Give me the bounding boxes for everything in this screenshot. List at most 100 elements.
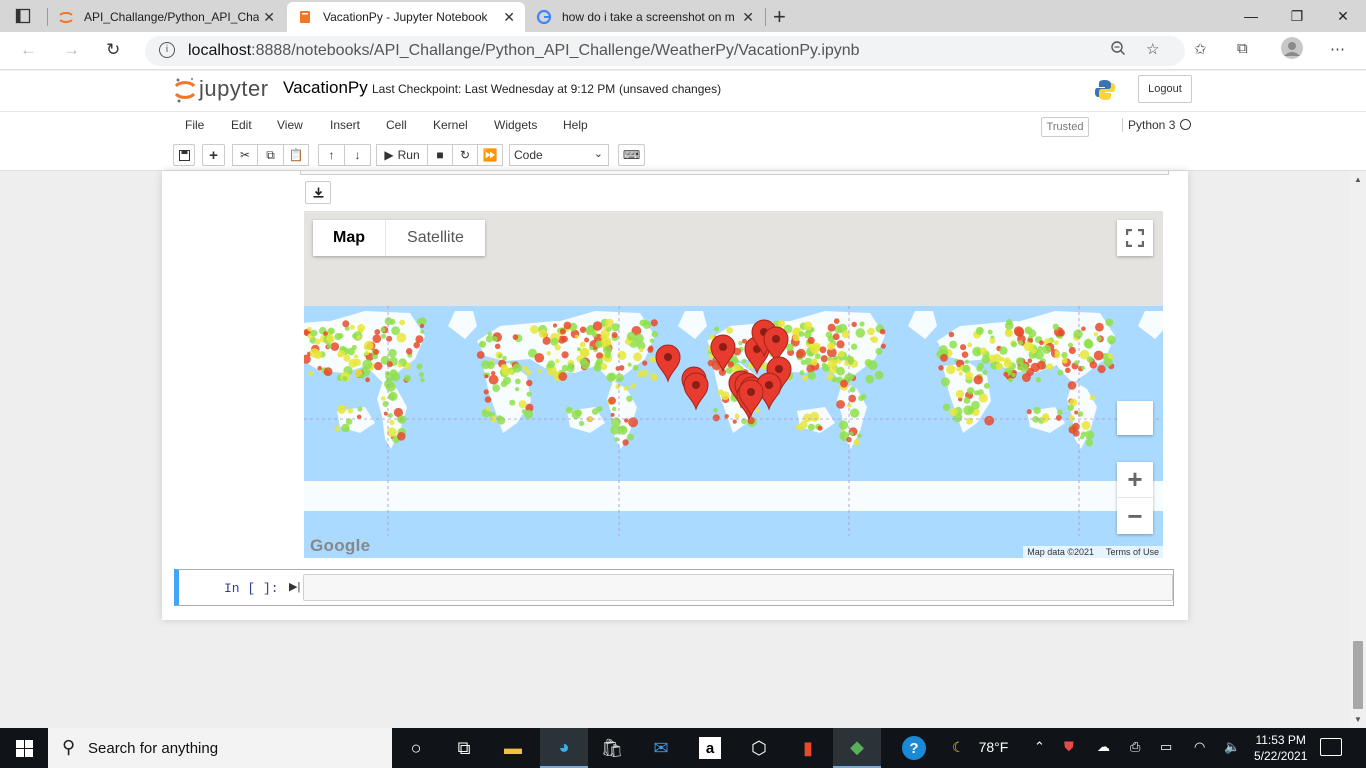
kernel-name[interactable]: Python 3 xyxy=(1122,118,1175,132)
move-down-icon[interactable]: ↓ xyxy=(344,144,371,166)
menu-insert[interactable]: Insert xyxy=(330,118,360,132)
office-icon[interactable]: ▮ xyxy=(784,728,832,768)
trusted-indicator[interactable]: Trusted xyxy=(1041,117,1089,137)
close-tab-icon[interactable]: ✕ xyxy=(263,9,275,26)
info-icon[interactable]: i xyxy=(159,42,175,58)
tab-vacationpy[interactable]: VacationPy - Jupyter Notebook ✕ xyxy=(287,2,525,32)
heatmap-point xyxy=(880,343,887,349)
volume-icon[interactable]: 🔈 xyxy=(1224,739,1240,755)
map-type-map-button[interactable]: Map xyxy=(313,220,386,256)
menu-cell[interactable]: Cell xyxy=(386,118,407,132)
fullscreen-button[interactable] xyxy=(1117,220,1153,256)
tab-api-challange[interactable]: API_Challange/Python_API_Challe ✕ xyxy=(48,2,285,32)
move-up-icon[interactable]: ↑ xyxy=(318,144,345,166)
heatmap-point xyxy=(639,319,647,327)
map-data-label[interactable]: Map data ©2021 xyxy=(1027,546,1094,558)
zoom-in-button[interactable]: + xyxy=(1117,462,1153,498)
app-icon[interactable]: ⬡ xyxy=(735,728,783,768)
tab-label: VacationPy - Jupyter Notebook xyxy=(323,10,488,24)
copy-icon[interactable]: ⧉ xyxy=(257,144,284,166)
show-hidden-icons-icon[interactable]: ⌃ xyxy=(1034,739,1045,755)
system-clock[interactable]: 11:53 PM 5/22/2021 xyxy=(1254,732,1307,764)
notebook-name[interactable]: VacationPy xyxy=(283,78,368,98)
scroll-up-icon[interactable]: ▲ xyxy=(1354,175,1362,184)
close-window-icon[interactable]: ✕ xyxy=(1320,0,1366,32)
google-map[interactable]: Map Satellite + − Google Map data ©2021 … xyxy=(304,211,1163,558)
paste-icon[interactable]: 📋 xyxy=(283,144,309,166)
google-logo[interactable]: Google xyxy=(310,536,370,556)
save-icon[interactable] xyxy=(173,144,195,166)
heatmap-point xyxy=(593,364,602,372)
battery-icon[interactable]: ▭ xyxy=(1160,739,1172,755)
download-icon[interactable] xyxy=(305,181,331,204)
zoom-out-button[interactable]: − xyxy=(1117,498,1153,534)
onedrive-icon[interactable]: ☁ xyxy=(1097,739,1110,755)
menu-view[interactable]: View xyxy=(277,118,303,132)
task-view-icon[interactable]: ⧉ xyxy=(440,728,488,768)
menu-widgets[interactable]: Widgets xyxy=(494,118,537,132)
edge-browser-icon[interactable]: ◕ xyxy=(540,728,588,768)
zoom-icon[interactable] xyxy=(1110,40,1126,60)
restore-icon[interactable]: ❐ xyxy=(1274,0,1320,32)
heatmap-point xyxy=(558,372,568,381)
back-arrow-icon[interactable]: ← xyxy=(20,40,37,60)
start-button[interactable] xyxy=(0,728,48,768)
meet-now-icon[interactable]: ⎙ xyxy=(1130,739,1140,755)
scroll-down-icon[interactable]: ▼ xyxy=(1354,715,1362,724)
tab-actions-icon[interactable] xyxy=(15,8,32,25)
close-tab-icon[interactable]: ✕ xyxy=(503,9,515,26)
file-explorer-icon[interactable]: ▬ xyxy=(489,728,537,768)
menu-file[interactable]: File xyxy=(185,118,204,132)
taskbar-search[interactable]: ⚲ Search for anything xyxy=(48,728,392,768)
menu-kernel[interactable]: Kernel xyxy=(433,118,468,132)
terms-of-use-link[interactable]: Terms of Use xyxy=(1106,546,1159,558)
scroll-thumb[interactable] xyxy=(1353,641,1363,709)
restart-run-all-icon[interactable]: ⏩ xyxy=(477,144,503,166)
cut-icon[interactable]: ✂ xyxy=(232,144,258,166)
command-palette-icon[interactable]: ⌨ xyxy=(618,144,645,166)
address-bar[interactable]: i localhost:8888/notebooks/API_Challange… xyxy=(145,36,1185,66)
mail-icon[interactable]: ✉ xyxy=(637,728,685,768)
interrupt-icon[interactable]: ■ xyxy=(427,144,453,166)
jupyter-logo-icon[interactable] xyxy=(174,77,196,103)
insert-cell-icon[interactable]: + xyxy=(202,144,225,166)
menu-help[interactable]: Help xyxy=(563,118,588,132)
page-scrollbar[interactable]: ▲ ▼ xyxy=(1350,171,1366,728)
weather-widget[interactable]: ☾ 78°F xyxy=(952,739,1008,756)
wifi-icon[interactable]: ◠ xyxy=(1194,739,1205,755)
logout-button[interactable]: Logout xyxy=(1138,75,1192,103)
heatmap-point xyxy=(637,370,644,378)
amazon-icon[interactable]: a xyxy=(686,728,734,768)
map-canvas[interactable] xyxy=(304,211,1163,558)
favorites-icon[interactable]: ✩ xyxy=(1194,40,1207,58)
store-icon[interactable]: 🛍 xyxy=(588,728,636,768)
collections-icon[interactable]: ⧉ xyxy=(1237,40,1248,57)
minimize-icon[interactable]: — xyxy=(1228,0,1274,32)
more-menu-icon[interactable]: ⋯ xyxy=(1330,40,1345,58)
forward-arrow-icon[interactable]: → xyxy=(63,40,80,60)
tab-google-search[interactable]: how do i take a screenshot on m ✕ xyxy=(526,2,764,32)
code-cell[interactable]: In [ ]: ▶| xyxy=(174,569,1174,606)
heatmap-point xyxy=(799,370,805,376)
map-type-satellite-button[interactable]: Satellite xyxy=(386,220,485,256)
help-icon[interactable]: ? xyxy=(890,728,938,768)
heatmap-point xyxy=(491,371,496,376)
menu-edit[interactable]: Edit xyxy=(231,118,252,132)
add-favorite-icon[interactable]: ☆ xyxy=(1146,40,1159,58)
cortana-icon[interactable]: ○ xyxy=(392,728,440,768)
restart-icon[interactable]: ↻ xyxy=(452,144,478,166)
close-tab-icon[interactable]: ✕ xyxy=(742,9,754,26)
security-icon[interactable]: ⛊ xyxy=(1064,739,1074,755)
code-input[interactable] xyxy=(303,574,1173,601)
notifications-icon[interactable] xyxy=(1320,738,1342,756)
street-view-pegman-button[interactable] xyxy=(1117,401,1153,435)
new-tab-icon[interactable]: + xyxy=(773,4,786,30)
active-app-icon[interactable]: ◆ xyxy=(833,728,881,768)
url-text[interactable]: localhost:8888/notebooks/API_Challange/P… xyxy=(188,42,860,60)
landmass xyxy=(535,481,765,511)
cell-type-select[interactable]: Code ⌄ xyxy=(509,144,609,166)
profile-avatar-icon[interactable] xyxy=(1281,37,1303,63)
run-cell-icon[interactable]: ▶| xyxy=(289,580,300,593)
run-button[interactable]: ▶ Run xyxy=(376,144,428,166)
refresh-icon[interactable]: ↻ xyxy=(106,40,120,60)
